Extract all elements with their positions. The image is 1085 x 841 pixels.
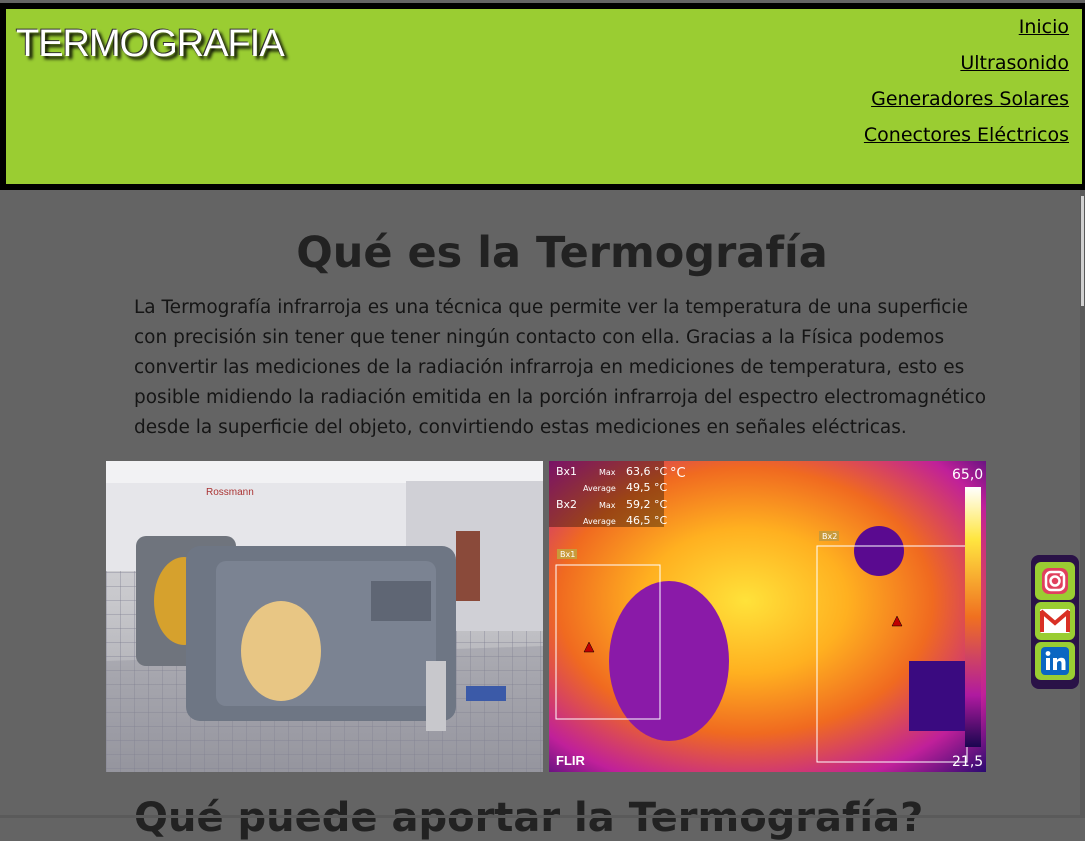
- bx1-label: Bx1: [556, 465, 577, 478]
- social-links: [1031, 555, 1079, 689]
- intro-paragraph: La Termografía infrarroja es una técnica…: [134, 297, 987, 438]
- site-header: TERMOGRAFIA Inicio Ultrasonido Generador…: [0, 3, 1085, 190]
- gearbox-illustration: Rossmann: [106, 461, 543, 772]
- main-nav: Inicio Ultrasonido Generadores Solares C…: [864, 15, 1069, 159]
- thermal-image: Bx1 Max 63,6 °C Average 49,5 °C Bx2 Max …: [549, 461, 986, 772]
- section-heading: Qué puede aportar la Termografía?: [134, 795, 924, 841]
- instagram-icon[interactable]: [1035, 562, 1075, 600]
- bx1-marker: [583, 641, 595, 653]
- nav-link-inicio[interactable]: Inicio: [864, 15, 1069, 39]
- bx2-marker: [891, 615, 903, 627]
- bx1-avg-label: Average: [583, 484, 616, 493]
- bx1-avg-value: 49,5 °C: [626, 481, 667, 494]
- unit-label: °C: [670, 466, 686, 481]
- bx2-avg-label: Average: [583, 517, 616, 526]
- bx2-label: Bx2: [556, 498, 577, 511]
- bx1-max-value: 63,6 °C: [626, 465, 667, 478]
- bx2-max-label: Max: [599, 501, 616, 510]
- bx1-tag: Bx1: [560, 550, 575, 559]
- temperature-scale-bar: [965, 487, 981, 747]
- site-brand[interactable]: TERMOGRAFIA: [16, 23, 285, 66]
- gearbox-photo: Rossmann: [106, 461, 543, 772]
- bx1-max-label: Max: [599, 468, 616, 477]
- thermal-overlay: Bx1 Max 63,6 °C Average 49,5 °C Bx2 Max …: [549, 461, 983, 770]
- rossmann-logo: Rossmann: [206, 487, 254, 498]
- nav-link-ultrasonido[interactable]: Ultrasonido: [864, 51, 1069, 75]
- scale-min-label: 21,5: [952, 754, 983, 770]
- bx2-tag: Bx2: [822, 532, 837, 541]
- flir-logo: FLIR: [556, 753, 585, 768]
- page-title: Qué es la Termografía: [296, 228, 828, 278]
- bx2-max-value: 59,2 °C: [626, 498, 667, 511]
- gmail-icon[interactable]: [1035, 602, 1075, 640]
- scale-max-label: 65,0: [952, 467, 983, 483]
- linkedin-icon[interactable]: [1035, 642, 1075, 680]
- nav-link-generadores-solares[interactable]: Generadores Solares: [864, 87, 1069, 111]
- nav-link-conectores-electricos[interactable]: Conectores Eléctricos: [864, 123, 1069, 147]
- bx2-avg-value: 46,5 °C: [626, 514, 667, 527]
